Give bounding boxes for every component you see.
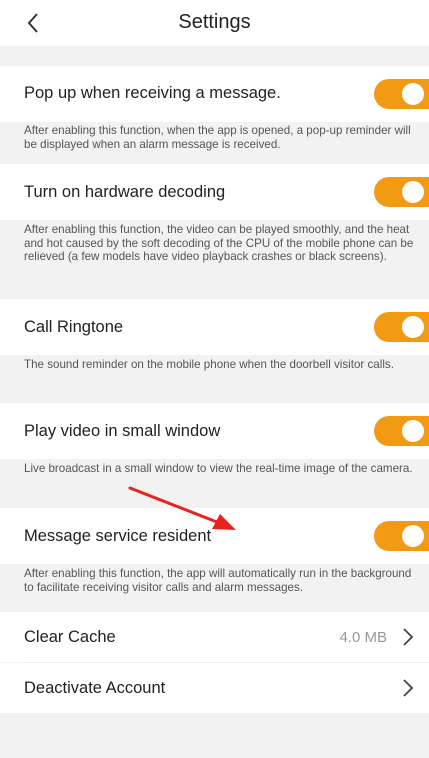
call-ringtone-toggle[interactable]	[374, 312, 429, 342]
setting-description: The sound reminder on the mobile phone w…	[0, 358, 429, 372]
header: Settings	[0, 0, 429, 46]
description-text: After enabling this function, the app wi…	[24, 567, 412, 594]
page-title: Settings	[178, 11, 251, 33]
description-text: After enabling this function, the video …	[24, 223, 414, 263]
description-text: After enabling this function, when the a…	[24, 124, 411, 151]
description-text: Live broadcast in a small window to view…	[24, 462, 413, 475]
red-arrow-icon	[128, 486, 236, 530]
description-text: The sound reminder on the mobile phone w…	[24, 358, 394, 371]
setting-row-small-window: Play video in small window	[0, 403, 429, 459]
toggle-knob	[402, 420, 424, 442]
setting-description: After enabling this function, when the a…	[0, 124, 429, 151]
chevron-right-icon	[403, 679, 414, 697]
setting-row-popup: Pop up when receiving a message.	[0, 66, 429, 122]
clear-cache-row[interactable]: Clear Cache 4.0 MB	[0, 612, 429, 662]
popup-toggle[interactable]	[374, 79, 429, 109]
toggle-knob	[402, 316, 424, 338]
deactivate-account-row[interactable]: Deactivate Account	[0, 663, 429, 713]
message-service-toggle[interactable]	[374, 521, 429, 551]
toggle-knob	[402, 525, 424, 547]
setting-description: After enabling this function, the app wi…	[0, 567, 429, 594]
setting-label: Turn on hardware decoding	[24, 183, 226, 201]
setting-description: Live broadcast in a small window to view…	[0, 462, 429, 476]
setting-label: Call Ringtone	[24, 318, 124, 336]
clear-cache-label: Clear Cache	[24, 628, 116, 646]
setting-label: Play video in small window	[24, 422, 221, 440]
setting-label: Pop up when receiving a message.	[24, 84, 281, 102]
chevron-right-icon	[403, 628, 414, 646]
toggle-knob	[402, 83, 424, 105]
setting-row-call-ringtone: Call Ringtone	[0, 299, 429, 355]
deactivate-account-label: Deactivate Account	[24, 679, 166, 697]
setting-row-hardware-decoding: Turn on hardware decoding	[0, 164, 429, 220]
hardware-decoding-toggle[interactable]	[374, 177, 429, 207]
toggle-knob	[402, 181, 424, 203]
setting-description: After enabling this function, the video …	[0, 223, 429, 264]
small-window-toggle[interactable]	[374, 416, 429, 446]
cache-size-value: 4.0 MB	[339, 629, 387, 646]
